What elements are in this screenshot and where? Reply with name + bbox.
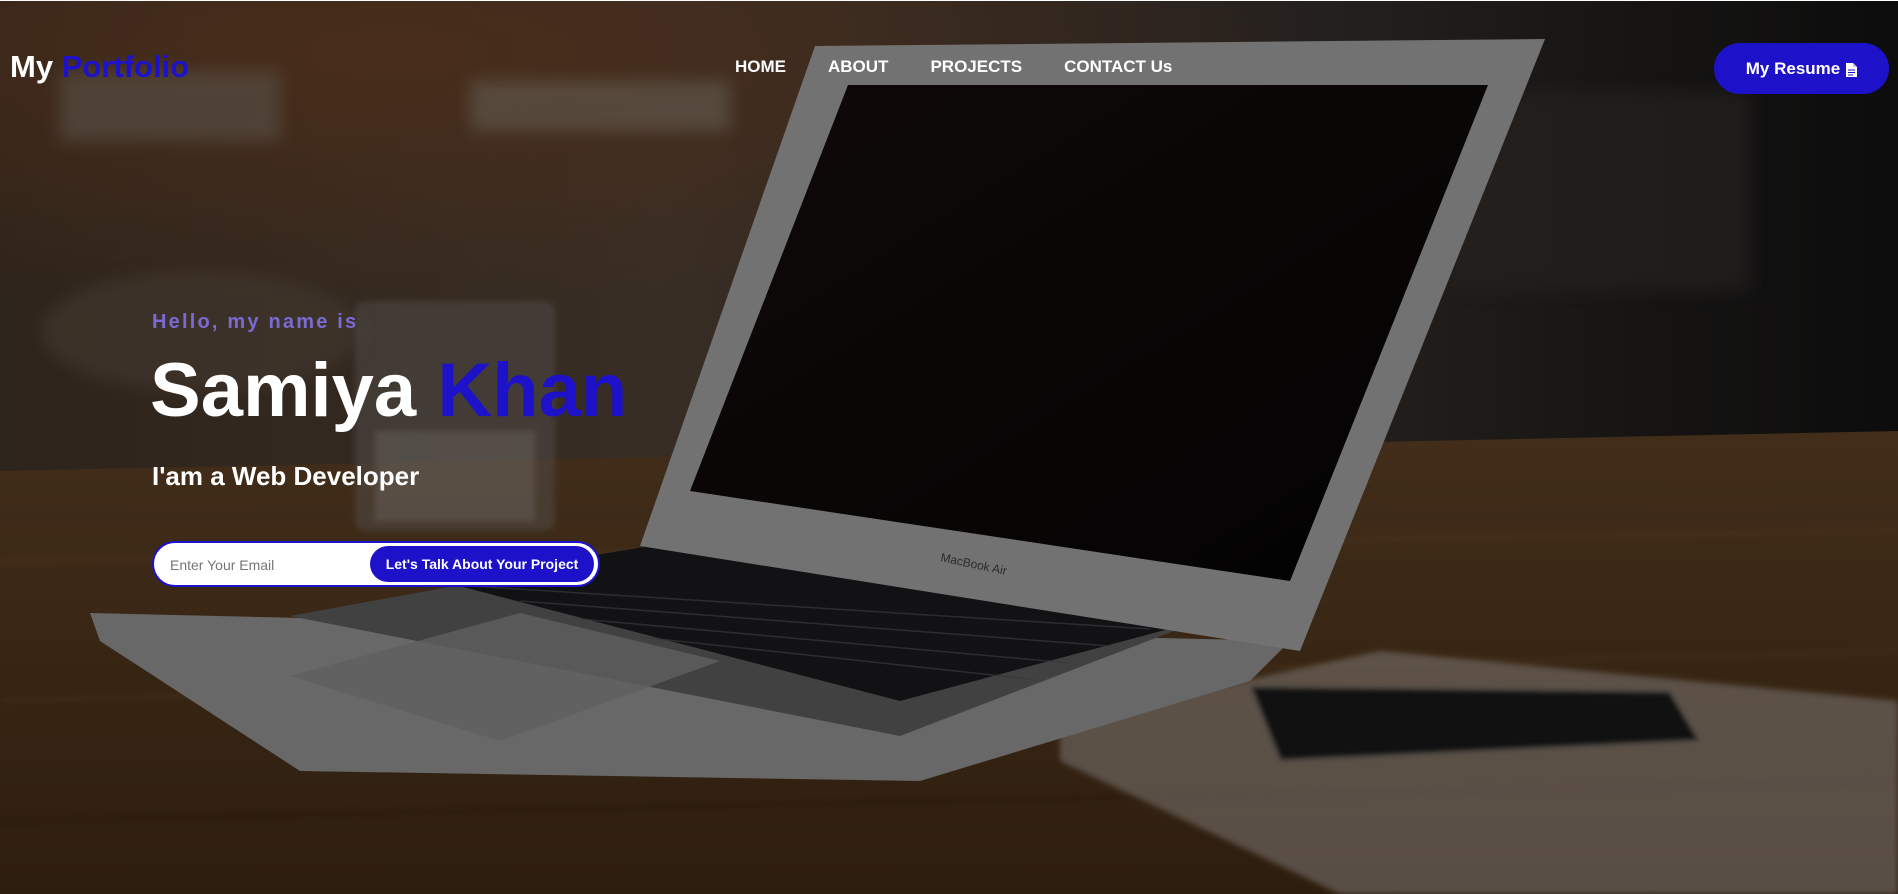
first-name: Samiya — [150, 348, 417, 433]
hero-name: Samiya Khan — [150, 353, 627, 429]
logo-second-word: Portfolio — [61, 49, 190, 84]
site-logo[interactable]: My Portfolio — [10, 49, 189, 85]
file-icon — [1846, 62, 1858, 77]
hero-overlay — [0, 1, 1898, 894]
logo-first-word: My — [10, 49, 54, 84]
main-nav: HOME ABOUT PROJECTS CONTACT Us — [735, 57, 1214, 77]
hero-section: MacBook Air My Portfolio HOME ABOUT PROJ… — [0, 1, 1898, 894]
nav-item-home[interactable]: HOME — [735, 57, 786, 77]
contact-form: Let's Talk About Your Project — [152, 541, 600, 587]
nav-item-contact[interactable]: CONTACT Us — [1064, 57, 1172, 77]
last-name: Khan — [437, 348, 628, 433]
role-text: I'am a Web Developer — [152, 461, 420, 491]
resume-button[interactable]: My Resume — [1714, 43, 1889, 94]
talk-about-project-button[interactable]: Let's Talk About Your Project — [370, 546, 594, 582]
greeting-text: Hello, my name is — [152, 311, 359, 333]
nav-item-projects[interactable]: PROJECTS — [930, 57, 1022, 77]
nav-item-about[interactable]: ABOUT — [828, 57, 888, 77]
email-input[interactable] — [168, 543, 372, 585]
resume-button-label: My Resume — [1745, 58, 1841, 78]
